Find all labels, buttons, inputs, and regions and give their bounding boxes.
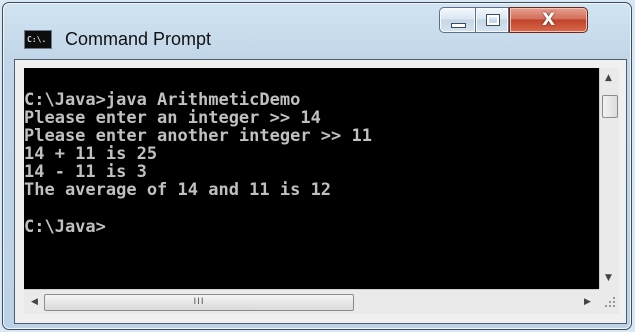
console-line: C:\Java> <box>24 216 106 237</box>
console-line: 14 + 11 is 25 <box>24 144 158 165</box>
scroll-right-icon[interactable]: ▶ <box>584 297 591 307</box>
console-line: Please enter another integer >> 11 <box>24 126 372 147</box>
console-output[interactable]: C:\Java>java ArithmeticDemo Please enter … <box>24 68 608 289</box>
vertical-scroll-thumb[interactable] <box>602 95 618 118</box>
command-prompt-window: C:\. Command Prompt X C:\Java>java Arith… <box>2 2 632 330</box>
window-title: Command Prompt <box>65 29 212 49</box>
grip-dot <box>613 305 615 307</box>
console-client-area: C:\Java>java ArithmeticDemo Please enter … <box>14 59 627 324</box>
grip-icon: III <box>193 297 205 307</box>
close-button[interactable]: X <box>509 7 588 33</box>
minimize-button[interactable] <box>439 7 475 33</box>
maximize-button[interactable] <box>475 7 509 33</box>
horizontal-scroll-thumb[interactable]: III <box>44 294 354 311</box>
resize-grip-icon[interactable] <box>599 289 619 314</box>
console-line: Please enter an integer >> 14 <box>24 108 321 129</box>
maximize-icon <box>486 14 500 26</box>
console-line: 14 - 11 is 3 <box>24 162 147 183</box>
minimize-icon <box>451 23 466 28</box>
grip-dot <box>609 301 611 303</box>
scroll-left-icon[interactable]: ◀ <box>31 297 38 307</box>
console-line: The average of 14 and 11 is 12 <box>24 180 332 201</box>
grip-dot <box>613 301 615 303</box>
horizontal-scrollbar[interactable]: ◀ III ▶ <box>24 289 608 314</box>
cmd-icon[interactable]: C:\. <box>24 30 52 49</box>
scroll-down-icon[interactable]: ▼ <box>605 273 612 283</box>
title-bar[interactable]: C:\. Command Prompt X <box>3 3 631 53</box>
scroll-up-icon[interactable]: ▲ <box>605 73 612 83</box>
grip-dot <box>609 305 611 307</box>
vertical-scrollbar[interactable]: ▲ ▼ <box>599 68 619 289</box>
close-icon: X <box>541 10 556 30</box>
console-line: C:\Java>java ArithmeticDemo <box>24 90 301 110</box>
console-text: C:\Java>java ArithmeticDemo Please enter … <box>24 68 608 236</box>
grip-dot <box>613 297 615 299</box>
grip-dot <box>605 305 607 307</box>
